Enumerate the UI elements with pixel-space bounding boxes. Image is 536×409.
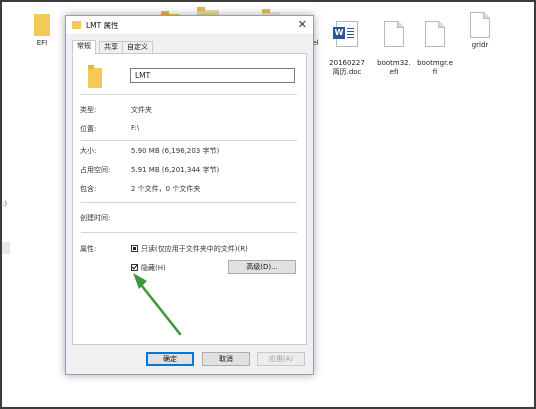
size-label: 大小: <box>80 147 97 155</box>
apply-button[interactable]: 应用(A) <box>257 352 305 366</box>
created-label: 创建时间: <box>80 214 111 222</box>
dialog-title: LMT 属性 <box>86 21 119 30</box>
tab-general[interactable]: 常规 <box>72 40 96 55</box>
hidden-label: 隐藏(H) <box>141 264 166 272</box>
desktop-item-efi[interactable]: EFI <box>20 14 64 48</box>
location-label: 位置: <box>80 125 97 133</box>
close-button[interactable]: ✕ <box>298 18 307 32</box>
desktop-item-bootmgr[interactable]: bootmgr.e fi <box>413 12 457 86</box>
file-icon <box>470 12 490 38</box>
size-on-disk-label: 占用空间: <box>80 166 111 174</box>
desktop-item-label: bootmgr.e fi <box>417 59 453 76</box>
size-value: 5.90 MB (6,196,203 字节) <box>131 147 220 155</box>
folder-name-input[interactable]: LMT <box>130 68 295 83</box>
folder-icon <box>88 65 102 88</box>
divider <box>81 140 297 141</box>
left-edge: :) <box>0 0 12 409</box>
desktop-item-label: bootm32. efi <box>377 59 411 76</box>
folder-icon <box>34 14 50 36</box>
size-on-disk-value: 5.91 MB (6,201,344 字节) <box>131 166 220 174</box>
contains-label: 包含: <box>80 185 97 193</box>
left-edge-mark: :) <box>2 200 8 208</box>
advanced-button[interactable]: 高级(D)... <box>228 260 296 274</box>
divider <box>81 94 297 95</box>
divider <box>81 202 297 203</box>
readonly-label: 只读(仅应用于文件夹中的文件)(R) <box>141 245 248 253</box>
file-icon <box>384 21 404 47</box>
folder-icon <box>72 21 81 29</box>
ok-button[interactable]: 确定 <box>146 352 194 366</box>
desktop-item-resume-doc[interactable]: W 20160227 简历.doc <box>322 12 372 86</box>
dialog-titlebar[interactable]: LMT 属性 ✕ <box>66 16 313 34</box>
desktop-item-label: 20160227 简历.doc <box>329 59 365 76</box>
properties-dialog: LMT 属性 ✕ 常规 共享 自定义 LMT 类型: 文件夹 位置: F:\ 大… <box>65 15 314 375</box>
attributes-label: 属性: <box>80 245 97 253</box>
divider <box>81 232 297 233</box>
hidden-checkbox[interactable] <box>131 264 138 271</box>
desktop-item-label: EFI <box>36 39 48 47</box>
type-label: 类型: <box>80 106 97 114</box>
desktop-item-grldr[interactable]: grldr <box>458 12 502 50</box>
contains-value: 2 个文件，0 个文件夹 <box>131 185 201 193</box>
desktop-item-label: grldr <box>471 41 489 49</box>
general-panel: LMT 类型: 文件夹 位置: F:\ 大小: 5.90 MB (6,196,2… <box>72 53 307 345</box>
cancel-button[interactable]: 取消 <box>202 352 250 366</box>
word-document-icon: W <box>333 21 358 47</box>
readonly-checkbox[interactable] <box>131 245 138 252</box>
location-value: F:\ <box>131 124 140 132</box>
type-value: 文件夹 <box>131 106 152 114</box>
file-icon <box>425 21 445 47</box>
desktop-item-bootm32[interactable]: bootm32. efi <box>372 12 416 86</box>
left-edge-scroll <box>0 242 10 254</box>
